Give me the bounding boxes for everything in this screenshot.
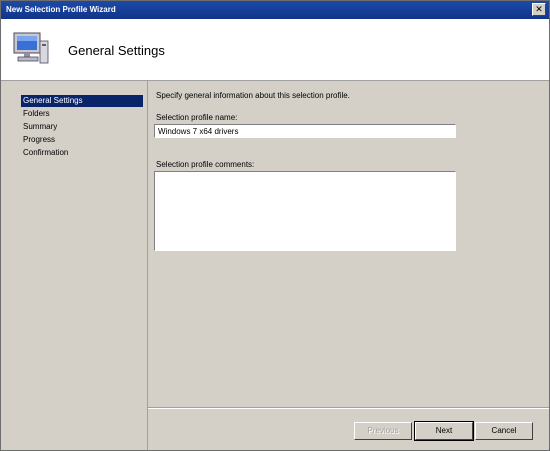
profile-comments-input[interactable] [154,171,456,251]
previous-button[interactable]: Previous [354,422,412,440]
wizard-footer: Previous Next Cancel [148,407,549,450]
profile-comments-label: Selection profile comments: [156,160,255,169]
step-confirmation[interactable]: Confirmation [21,147,143,159]
step-progress[interactable]: Progress [21,134,143,146]
close-button[interactable]: ✕ [532,3,546,16]
close-icon: ✕ [535,4,543,14]
profile-name-input[interactable] [154,124,456,138]
next-button[interactable]: Next [414,421,474,441]
step-folders[interactable]: Folders [21,108,143,120]
instruction-text: Specify general information about this s… [156,91,350,100]
step-summary[interactable]: Summary [21,121,143,133]
wizard-content: Specify general information about this s… [148,81,549,407]
wizard-window: New Selection Profile Wizard ✕ General S… [0,0,550,451]
wizard-header: General Settings [1,19,549,81]
cancel-button[interactable]: Cancel [475,422,533,440]
profile-name-label: Selection profile name: [156,113,238,122]
page-title: General Settings [68,43,165,58]
computer-icon [13,32,49,64]
title-bar[interactable]: New Selection Profile Wizard ✕ [1,1,549,19]
wizard-steps-sidebar: General Settings Folders Summary Progres… [1,81,148,450]
window-title: New Selection Profile Wizard [6,5,116,14]
step-general-settings[interactable]: General Settings [21,95,143,107]
